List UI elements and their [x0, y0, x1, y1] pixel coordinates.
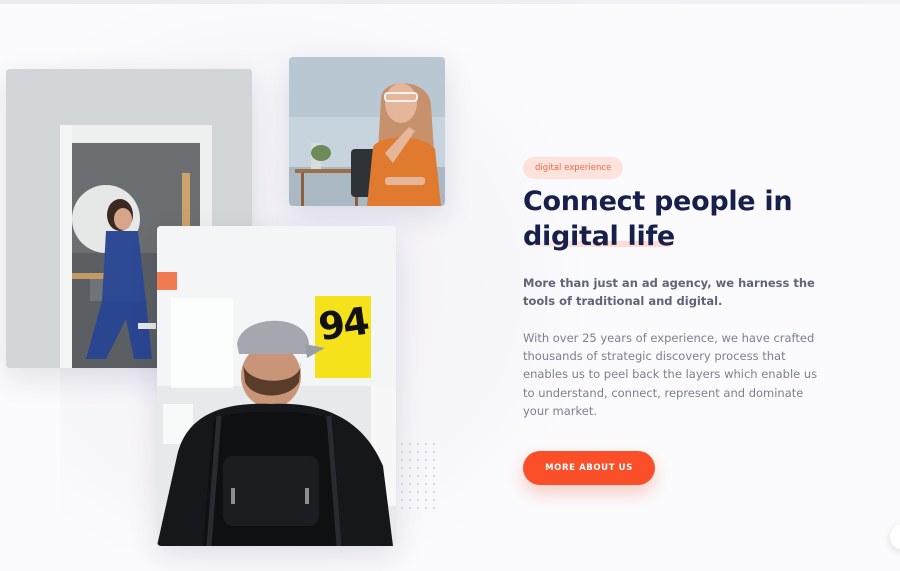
page-title: Connect people in digital life — [523, 184, 823, 254]
body-paragraph: With over 25 years of experience, we hav… — [523, 329, 818, 420]
body-line: With over 25 years of experience, we hav… — [523, 331, 815, 345]
section-tag: digital experience — [523, 157, 624, 179]
body-line: your market. — [523, 403, 597, 418]
sticky-note-text: 94 — [315, 298, 371, 350]
scroll-to-top-button[interactable] — [890, 524, 900, 550]
body-line: thousands of strategic discovery process… — [523, 349, 786, 364]
decorative-dot-grid — [398, 440, 438, 510]
body-line: to understand, connect, represent and do… — [523, 385, 804, 400]
headline-line-2: digital life — [523, 221, 675, 252]
more-about-us-button[interactable]: MORE ABOUT US — [523, 451, 655, 485]
top-bar — [0, 0, 900, 4]
lead-line: More than just an ad agency, we harness … — [523, 276, 815, 290]
photo-laughing-woman — [289, 57, 445, 206]
lead-line: tools of traditional and digital. — [523, 294, 723, 308]
lead-paragraph: More than just an ad agency, we harness … — [523, 274, 815, 310]
headline-line-1: Connect people in — [523, 186, 793, 217]
photo-man-backpack: 94 — [157, 226, 396, 546]
body-line: enables us to peel back the layers which… — [523, 367, 818, 382]
